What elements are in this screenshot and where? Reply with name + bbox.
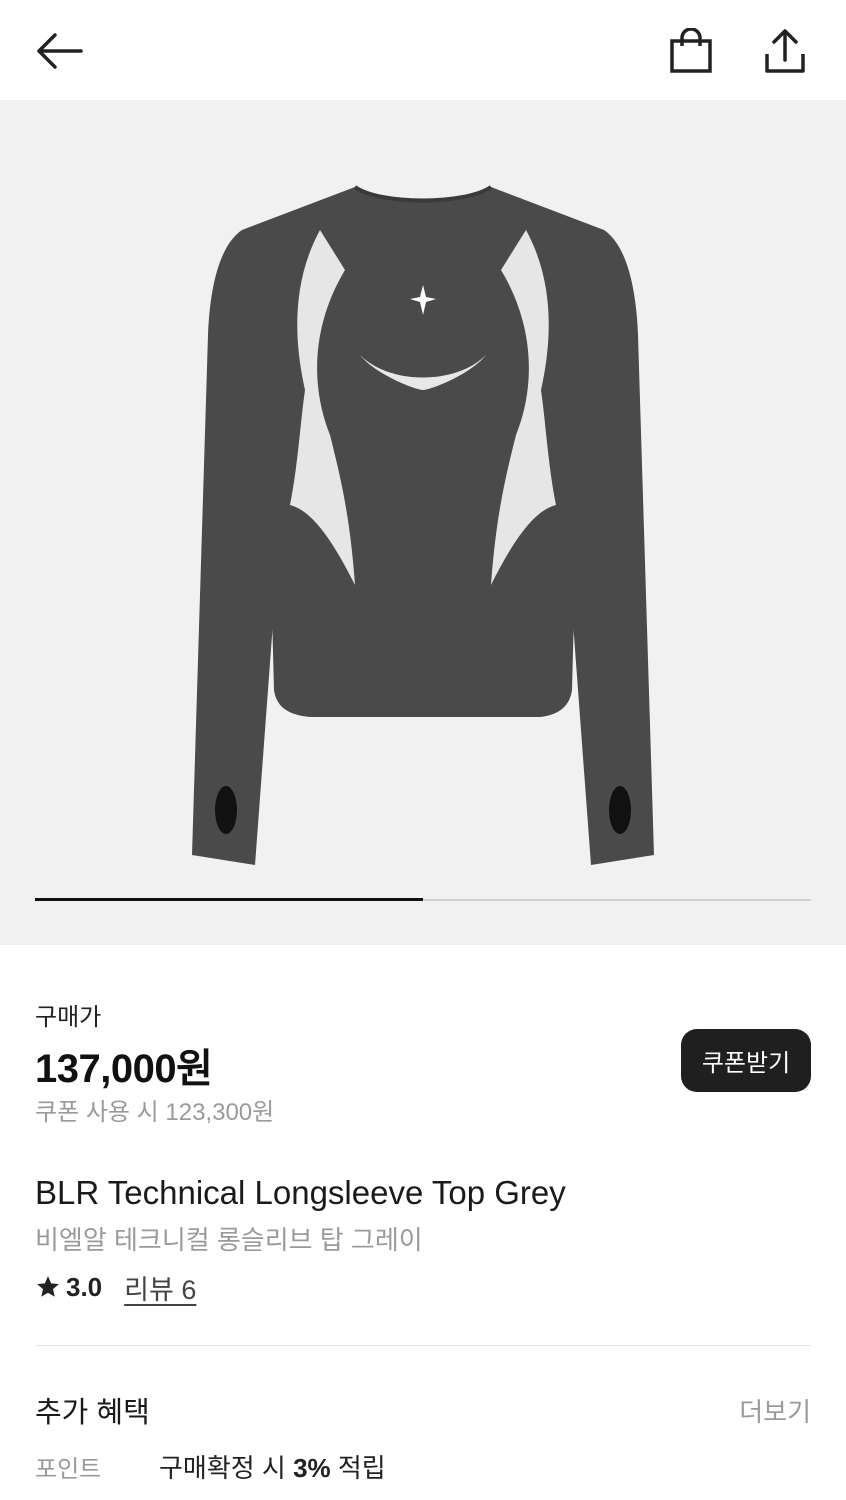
section-divider bbox=[35, 1345, 811, 1346]
benefit-value-prefix: 구매확정 시 bbox=[159, 1453, 294, 1483]
get-coupon-button[interactable]: 쿠폰받기 bbox=[681, 1029, 811, 1092]
product-image-gallery[interactable] bbox=[0, 100, 846, 945]
benefit-row-partial: … bbox=[159, 1492, 185, 1500]
rating-score: 3.0 bbox=[66, 1271, 103, 1302]
benefits-more-link[interactable]: 더보기 bbox=[739, 1392, 811, 1429]
back-button[interactable] bbox=[30, 22, 88, 80]
star-icon bbox=[37, 1276, 59, 1297]
arrow-left-icon bbox=[37, 33, 83, 69]
review-link[interactable]: 리뷰 6 bbox=[124, 1268, 196, 1307]
benefit-label: 포인트 bbox=[35, 1456, 102, 1483]
product-title-en: BLR Technical Longsleeve Top Grey bbox=[35, 1174, 566, 1211]
price-value: 137,000원 bbox=[35, 1047, 213, 1091]
benefits-title: 추가 혜택 bbox=[35, 1397, 150, 1429]
shopping-bag-button[interactable] bbox=[662, 22, 720, 80]
price-label: 구매가 bbox=[35, 1004, 102, 1031]
coupon-price-note: 쿠폰 사용 시 123,300원 bbox=[35, 1099, 275, 1126]
benefit-value-suffix: 적립 bbox=[330, 1453, 386, 1483]
benefit-value-bold: 3% bbox=[293, 1453, 331, 1483]
gallery-progress-bar bbox=[35, 898, 811, 901]
top-nav-bar bbox=[0, 0, 846, 100]
product-title-ko: 비엘알 테크니컬 롱슬리브 탑 그레이 bbox=[35, 1225, 423, 1255]
product-photo-longsleeve-top bbox=[192, 185, 654, 865]
share-upload-icon bbox=[765, 29, 805, 73]
gallery-progress-fill bbox=[35, 898, 423, 901]
benefit-value: 구매확정 시 3% 적립 bbox=[159, 1448, 386, 1485]
shopping-bag-icon bbox=[670, 28, 712, 73]
benefit-row-points: 포인트 구매확정 시 3% 적립 bbox=[35, 1448, 811, 1485]
rating-summary: 3.0 리뷰 6 bbox=[35, 1268, 196, 1307]
share-button[interactable] bbox=[756, 22, 814, 80]
